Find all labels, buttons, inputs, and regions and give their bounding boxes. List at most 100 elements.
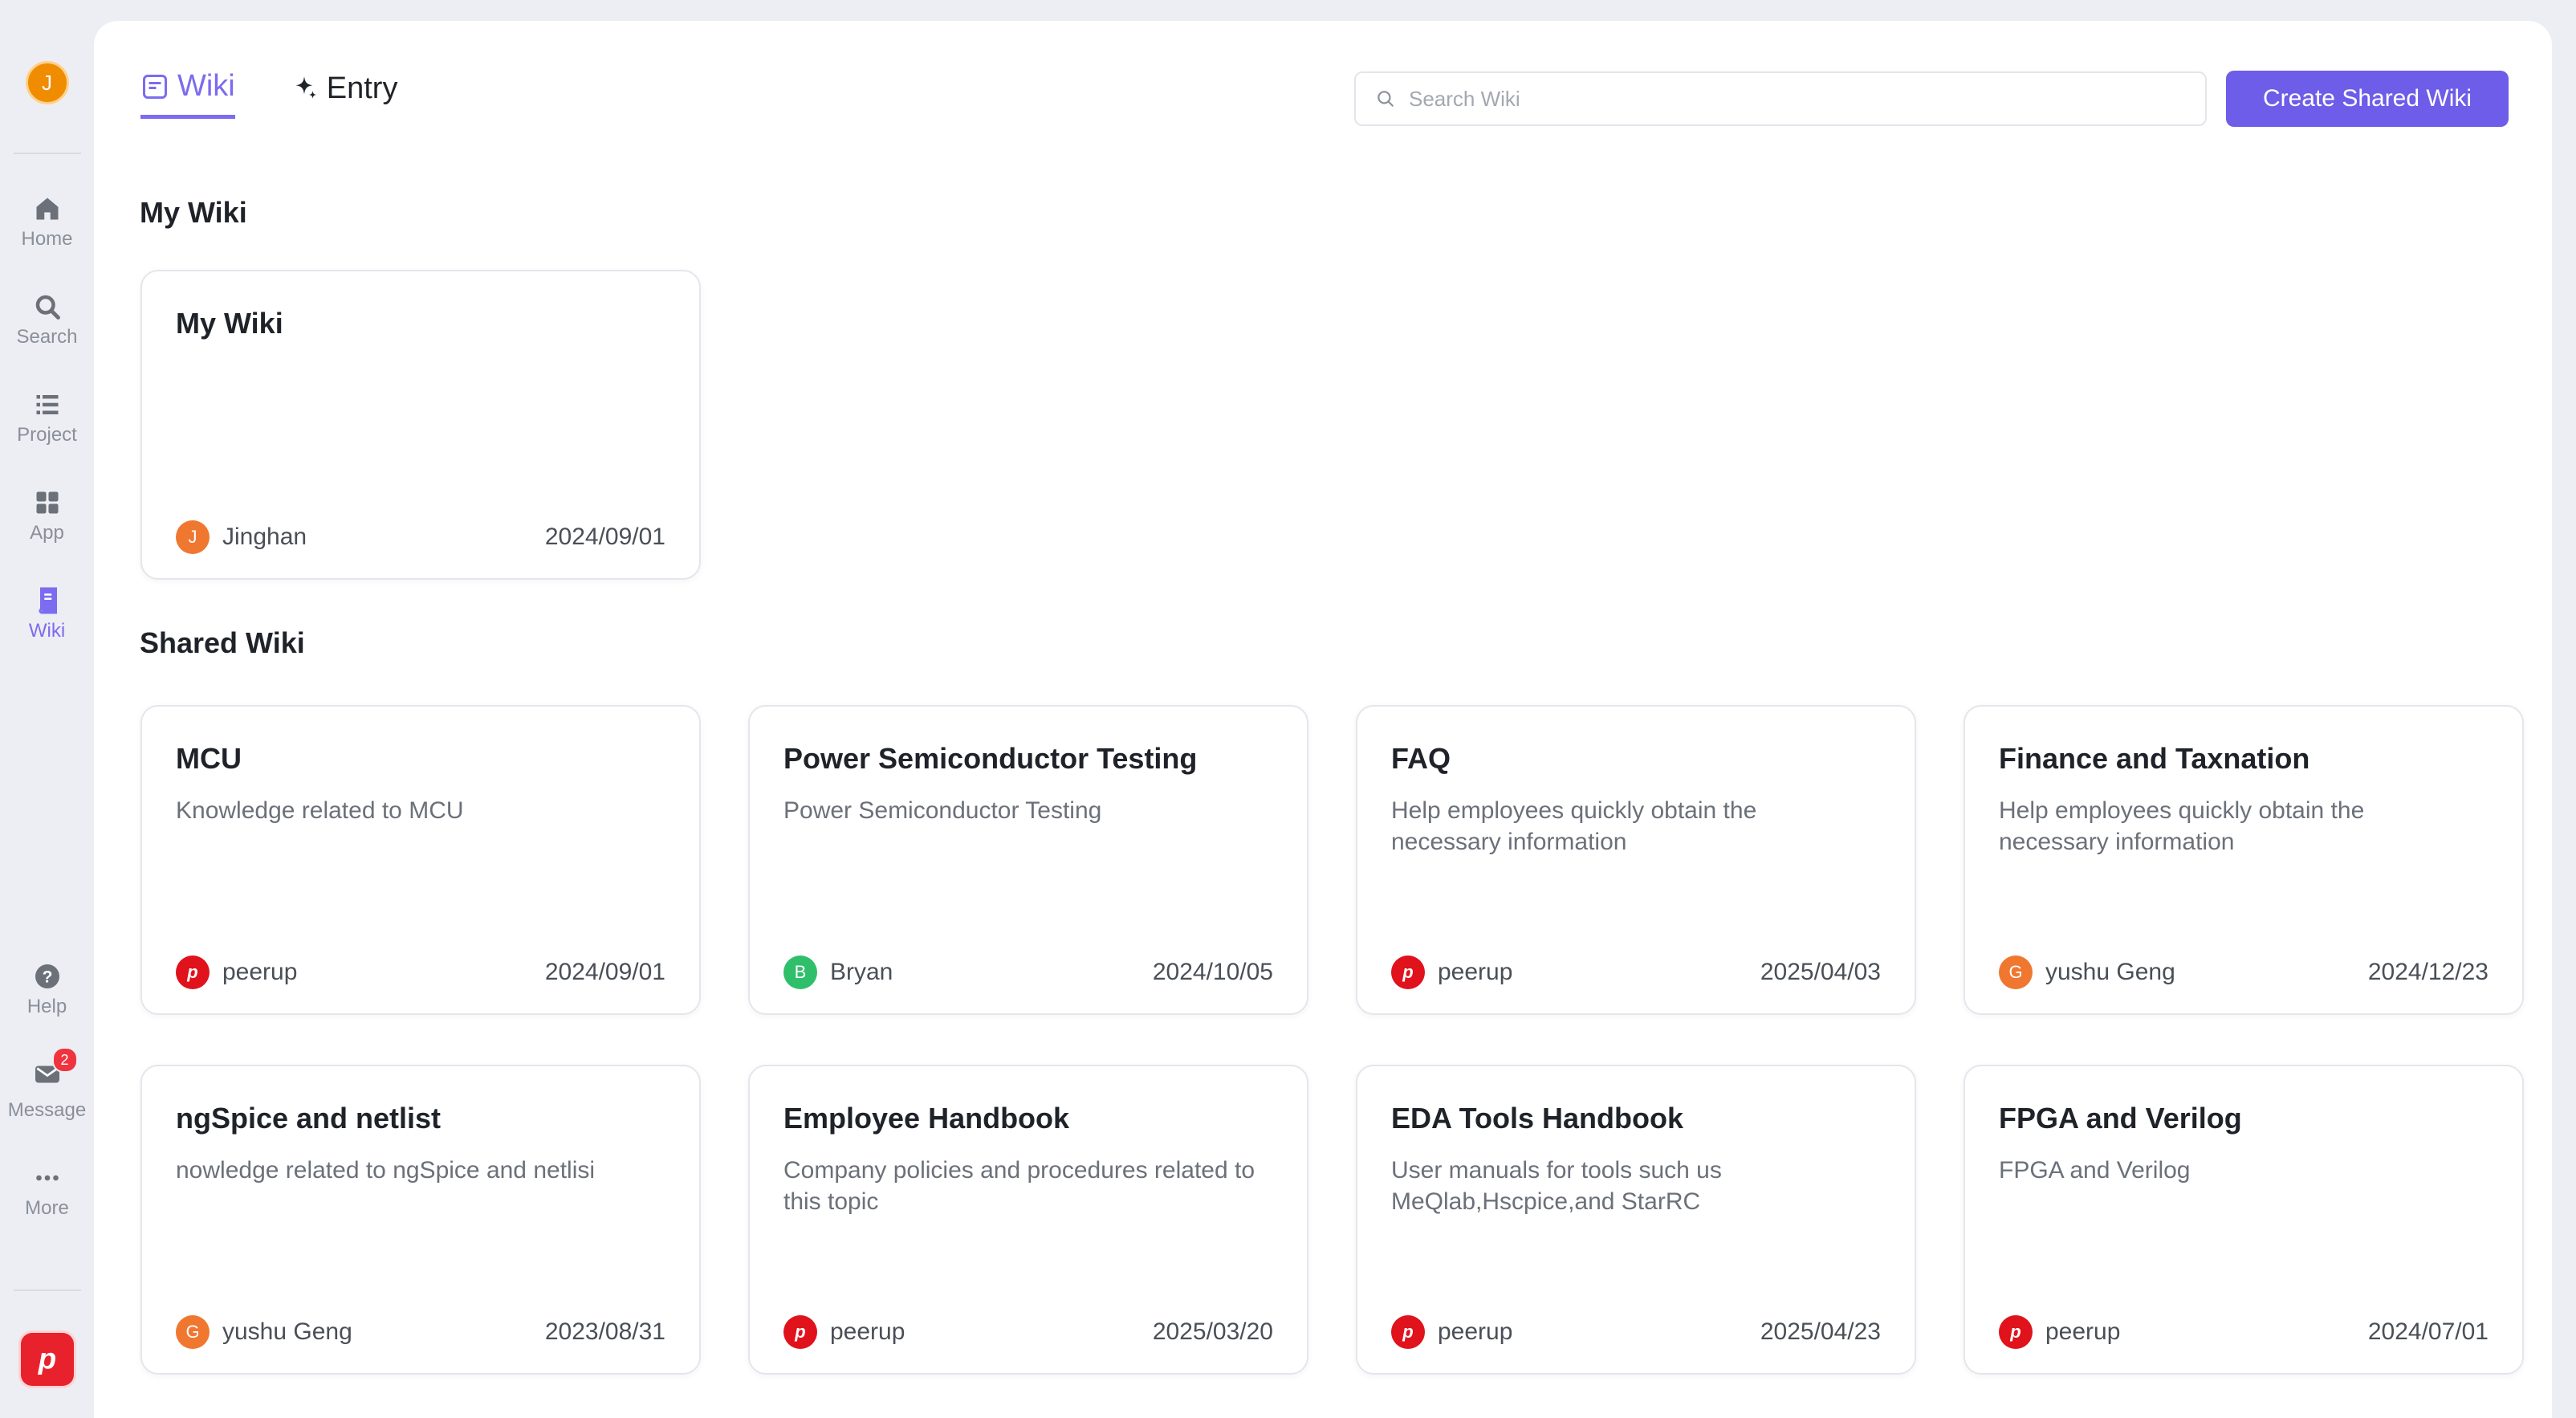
more-dots-icon	[35, 1175, 59, 1181]
search-wiki-box[interactable]	[1354, 71, 2207, 126]
main-panel: Wiki Entry Create Shared Wiki My Wiki My…	[94, 21, 2552, 1418]
wiki-card[interactable]: Finance and Taxnation Help employees qui…	[1964, 705, 2524, 1015]
sidebar-nav: Home Search Project App Wiki	[0, 194, 94, 642]
sidebar-item-label: Help	[26, 996, 67, 1017]
card-title: FPGA and Verilog	[1999, 1102, 2242, 1135]
tab-wiki[interactable]: Wiki	[140, 69, 235, 119]
owner-avatar: G	[176, 1315, 210, 1349]
card-date: 2025/03/20	[1152, 1318, 1273, 1345]
owner-avatar: p	[1391, 1315, 1425, 1349]
sidebar-item-label: App	[30, 522, 64, 544]
owner-name: peerup	[830, 1318, 905, 1345]
header-tabs: Wiki Entry	[140, 69, 397, 119]
card-description: Power Semiconductor Testing	[783, 797, 1102, 824]
card-footer: p peerup 2025/03/20	[783, 1315, 1273, 1349]
sidebar-item-label: Project	[17, 424, 77, 446]
svg-text:?: ?	[42, 968, 52, 987]
sidebar-bottom-nav: ? Help 2 Message More	[0, 962, 94, 1220]
search-icon	[1378, 91, 1394, 107]
sidebar-item-label: Wiki	[28, 620, 66, 642]
card-title: MCU	[176, 742, 242, 775]
owner-name: peerup	[1438, 1318, 1513, 1345]
owner-avatar: p	[1999, 1315, 2033, 1349]
sparkle-icon	[295, 76, 316, 99]
card-description: Help employees quickly obtain the necess…	[1391, 797, 1757, 855]
card-footer: G yushu Geng 2023/08/31	[176, 1315, 665, 1349]
owner-avatar: p	[176, 956, 210, 989]
card-footer: B Bryan 2024/10/05	[783, 956, 1273, 989]
card-footer: p peerup 2024/09/01	[176, 956, 665, 989]
peerup-logo-icon: p	[37, 1343, 55, 1375]
sidebar-item-home[interactable]: Home	[0, 194, 94, 251]
list-icon	[36, 395, 58, 414]
sidebar-item-label: Home	[21, 228, 73, 250]
wiki-card[interactable]: FPGA and Verilog FPGA and Verilog p peer…	[1964, 1065, 2524, 1375]
card-title: ngSpice and netlist	[176, 1102, 442, 1135]
card-description: Knowledge related to MCU	[176, 797, 464, 824]
owner-avatar: G	[1999, 956, 2033, 989]
card-date: 2024/07/01	[2367, 1318, 2489, 1345]
sidebar: J Home Search Project App Wiki ? Help 2 …	[0, 0, 94, 1398]
sidebar-divider	[13, 1290, 81, 1291]
wiki-card[interactable]: EDA Tools Handbook User manuals for tool…	[1356, 1065, 1916, 1375]
sidebar-item-wiki[interactable]: Wiki	[0, 586, 94, 642]
card-footer: p peerup 2025/04/03	[1391, 956, 1881, 989]
card-title: EDA Tools Handbook	[1391, 1102, 1683, 1135]
wiki-card[interactable]: FAQ Help employees quickly obtain the ne…	[1356, 705, 1916, 1015]
owner-name: peerup	[2045, 1318, 2121, 1345]
tab-entry[interactable]: Entry	[290, 69, 397, 119]
card-date: 2023/08/31	[544, 1318, 665, 1345]
owner-name: yushu Geng	[222, 1318, 352, 1345]
owner-name: peerup	[1438, 959, 1513, 985]
card-title: Finance and Taxnation	[1999, 742, 2310, 775]
owner-name: Jinghan	[222, 524, 307, 550]
card-date: 2025/04/03	[1760, 959, 1881, 985]
card-footer: J Jinghan 2024/09/01	[176, 520, 665, 554]
card-title: FAQ	[1391, 742, 1451, 775]
search-wiki-input[interactable]	[1407, 85, 2133, 112]
tab-label: Wiki	[177, 69, 235, 103]
owner-avatar: p	[1391, 956, 1425, 989]
card-footer: p peerup 2025/04/23	[1391, 1315, 1881, 1349]
owner-name: peerup	[222, 959, 298, 985]
card-description: Company policies and procedures related …	[783, 1157, 1255, 1215]
wiki-card[interactable]: ngSpice and netlist nowledge related to …	[140, 1065, 701, 1375]
wiki-card[interactable]: MCU Knowledge related to MCU p peerup 20…	[140, 705, 701, 1015]
card-footer: p peerup 2024/07/01	[1999, 1315, 2489, 1349]
card-title: Power Semiconductor Testing	[783, 742, 1198, 775]
wiki-card[interactable]: Power Semiconductor Testing Power Semico…	[748, 705, 1308, 1015]
owner-avatar: B	[783, 956, 817, 989]
message-icon-wrap: 2	[33, 1047, 78, 1099]
card-description: nowledge related to ngSpice and netlisi	[176, 1157, 596, 1184]
peerup-logo[interactable]: p	[20, 1333, 74, 1386]
owner-name: yushu Geng	[2045, 959, 2175, 985]
card-description: FPGA and Verilog	[1999, 1157, 2191, 1184]
my-wiki-section-title: My Wiki	[140, 196, 247, 229]
sidebar-item-help[interactable]: ? Help	[0, 962, 94, 1018]
card-title: My Wiki	[176, 307, 283, 340]
shared-wiki-section-title: Shared Wiki	[140, 626, 305, 659]
card-date: 2024/09/01	[544, 524, 665, 550]
sidebar-item-more[interactable]: More	[0, 1163, 94, 1220]
sidebar-item-search[interactable]: Search	[0, 292, 94, 348]
wiki-card-my-wiki[interactable]: My Wiki J Jinghan 2024/09/01	[140, 270, 701, 580]
card-date: 2024/10/05	[1152, 959, 1273, 985]
svg-text:p: p	[37, 1343, 55, 1375]
card-footer: G yushu Geng 2024/12/23	[1999, 956, 2489, 989]
card-date: 2025/04/23	[1760, 1318, 1881, 1345]
wiki-card[interactable]: Employee Handbook Company policies and p…	[748, 1065, 1308, 1375]
wiki-doc-icon	[143, 74, 167, 99]
sidebar-item-project[interactable]: Project	[0, 390, 94, 446]
sidebar-item-label: More	[25, 1197, 69, 1219]
sidebar-item-message[interactable]: 2 Message	[0, 1047, 94, 1122]
card-date: 2024/12/23	[2367, 959, 2489, 985]
card-description: Help employees quickly obtain the necess…	[1999, 797, 2365, 855]
user-avatar[interactable]: J	[25, 61, 69, 104]
owner-name: Bryan	[830, 959, 893, 985]
card-description: User manuals for tools such us MeQlab,Hs…	[1391, 1157, 1722, 1215]
help-icon: ?	[35, 964, 59, 988]
sidebar-item-app[interactable]: App	[0, 488, 94, 544]
create-shared-wiki-button[interactable]: Create Shared Wiki	[2226, 71, 2509, 127]
sidebar-divider	[13, 153, 81, 154]
home-icon	[36, 198, 58, 220]
